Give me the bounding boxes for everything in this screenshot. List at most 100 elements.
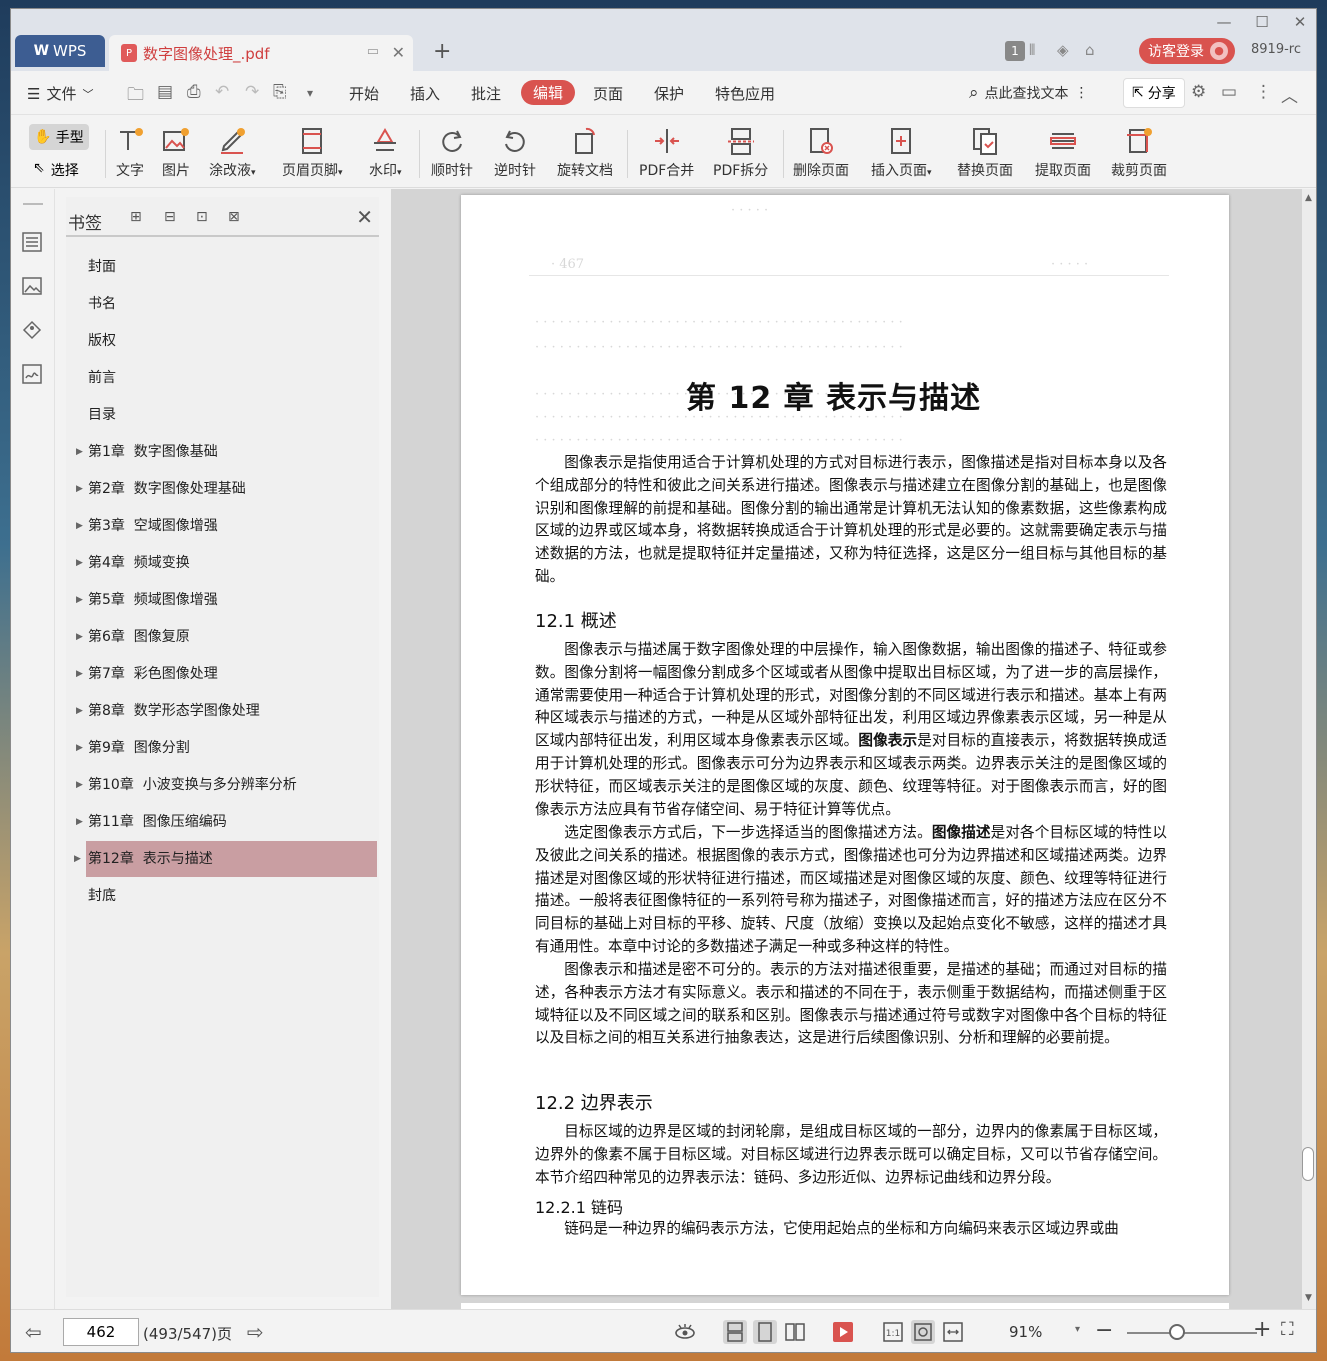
- fullscreen-icon[interactable]: ⛶: [1281, 1319, 1294, 1340]
- bookmark-item[interactable]: ▶ 第5章 频域图像增强: [76, 582, 378, 618]
- scroll-up-icon[interactable]: ▲: [1305, 193, 1312, 203]
- delete-page-button[interactable]: 删除页面: [793, 126, 849, 180]
- expand-arrow-icon[interactable]: ▶: [76, 730, 83, 766]
- tab-insert[interactable]: 插入: [410, 83, 440, 104]
- bookmark-item[interactable]: ▶ 第11章 图像压缩编码: [76, 804, 378, 840]
- watermark-button[interactable]: 水印▾: [369, 126, 402, 180]
- expand-arrow-icon[interactable]: ▶: [76, 804, 83, 840]
- bookmark-item[interactable]: ▶ 第10章 小波变换与多分辨率分析: [76, 767, 378, 803]
- search-input[interactable]: ⌕ 点此查找文本 ⋮: [969, 83, 1089, 103]
- collapse-ribbon-icon[interactable]: ︿: [1281, 82, 1298, 107]
- bookmark-item[interactable]: ▶ 第9章 图像分割: [76, 730, 378, 766]
- continuous-view-icon[interactable]: [723, 1320, 747, 1344]
- bookmark-flag-icon[interactable]: ⊠: [228, 209, 246, 227]
- minimize-icon[interactable]: —: [1209, 13, 1239, 31]
- fit-width-icon[interactable]: [941, 1320, 965, 1344]
- share-button[interactable]: ⇱ 分享: [1123, 78, 1185, 108]
- tab-edit[interactable]: 编辑: [521, 80, 576, 105]
- extract-page-button[interactable]: 提取页面: [1035, 126, 1091, 180]
- more-vertical-icon[interactable]: ⋮: [1075, 85, 1089, 101]
- close-tab-icon[interactable]: ✕: [392, 43, 405, 62]
- rotate-clockwise-button[interactable]: 顺时针: [431, 126, 473, 180]
- redo-icon[interactable]: ↷: [245, 82, 259, 102]
- new-tab-icon[interactable]: +: [433, 39, 451, 64]
- bookmark-item[interactable]: ▶ 第2章 数字图像处理基础: [76, 471, 378, 507]
- next-page-icon[interactable]: ⇨: [247, 1320, 264, 1344]
- zoom-dropdown-icon[interactable]: ▾: [1075, 1324, 1080, 1335]
- bookmark-item[interactable]: 版权: [88, 323, 378, 359]
- zoom-slider[interactable]: [1127, 1332, 1257, 1334]
- close-panel-icon[interactable]: ✕: [356, 205, 373, 229]
- two-page-icon[interactable]: [783, 1320, 807, 1344]
- expand-arrow-icon[interactable]: ▶: [74, 841, 81, 877]
- replace-page-button[interactable]: 替换页面: [957, 126, 1013, 180]
- expand-arrow-icon[interactable]: ▶: [76, 545, 83, 581]
- crop-page-button[interactable]: 裁剪页面: [1111, 126, 1167, 180]
- zoom-level[interactable]: 91%: [1009, 1323, 1042, 1341]
- zoom-slider-handle[interactable]: [1169, 1324, 1185, 1340]
- fit-page-icon[interactable]: [911, 1320, 935, 1344]
- document-viewer[interactable]: · · · · · · 467 · · · · · · · · · · · · …: [391, 189, 1316, 1313]
- zoom-in-icon[interactable]: +: [1253, 1317, 1271, 1342]
- whiteout-tool-button[interactable]: 涂改液▾: [209, 126, 256, 180]
- settings-gear-icon[interactable]: ⚙: [1191, 82, 1206, 102]
- expand-arrow-icon[interactable]: ▶: [76, 693, 83, 729]
- add-bookmark-icon[interactable]: ⊞: [130, 209, 148, 227]
- hand-tool-button[interactable]: ✋ 手型: [29, 124, 89, 150]
- rotate-counterclockwise-button[interactable]: 逆时针: [494, 126, 536, 180]
- expand-arrow-icon[interactable]: ▶: [76, 508, 83, 544]
- tab-page[interactable]: 页面: [593, 83, 623, 104]
- bookmark-item[interactable]: 书名: [88, 286, 378, 322]
- tab-wps-home[interactable]: W WPS: [15, 35, 105, 67]
- rotate-document-button[interactable]: 旋转文档: [557, 126, 613, 180]
- zoom-out-icon[interactable]: −: [1095, 1318, 1113, 1343]
- bookmark-item[interactable]: ▶ 第3章 空域图像增强: [76, 508, 378, 544]
- tab-special[interactable]: 特色应用: [715, 83, 775, 104]
- insert-page-button[interactable]: 插入页面▾: [871, 126, 932, 180]
- text-tool-button[interactable]: 文字: [115, 126, 145, 180]
- close-window-icon[interactable]: ✕: [1285, 13, 1315, 31]
- page-number-input[interactable]: 462: [63, 1318, 139, 1346]
- scroll-down-icon[interactable]: ▼: [1305, 1293, 1312, 1303]
- bookmark-item[interactable]: 目录: [88, 397, 378, 433]
- pdf-merge-button[interactable]: PDF合并: [639, 126, 694, 180]
- bookmark-item[interactable]: ▶ 第8章 数学形态学图像处理: [76, 693, 378, 729]
- bookmark-item[interactable]: ▶ 第4章 频域变换: [76, 545, 378, 581]
- expand-arrow-icon[interactable]: ▶: [76, 471, 83, 507]
- layout-icon[interactable]: ⫴: [1029, 41, 1035, 59]
- expand-arrow-icon[interactable]: ▶: [76, 767, 83, 803]
- tab-comment[interactable]: 批注: [471, 83, 501, 104]
- pdf-split-button[interactable]: PDF拆分: [713, 126, 768, 180]
- select-tool-button[interactable]: ⇖ 选择: [33, 160, 79, 180]
- image-tool-button[interactable]: 图片: [161, 126, 191, 180]
- undo-icon[interactable]: ↶: [215, 82, 229, 102]
- eye-protection-icon[interactable]: [673, 1320, 697, 1344]
- header-footer-button[interactable]: 页眉页脚▾: [282, 126, 343, 180]
- maximize-icon[interactable]: ☐: [1247, 13, 1277, 31]
- print-icon[interactable]: ⎙: [187, 82, 201, 102]
- previous-page-icon[interactable]: ⇦: [25, 1320, 42, 1344]
- window-count-badge[interactable]: 1: [1005, 41, 1025, 61]
- bookmark-item[interactable]: 封底: [88, 878, 378, 914]
- window-mode-icon[interactable]: ▭: [367, 44, 379, 59]
- export-icon[interactable]: ⎘: [273, 82, 287, 102]
- bookmark-item[interactable]: 封面: [88, 249, 378, 285]
- shirt-icon[interactable]: ⌂: [1085, 41, 1095, 59]
- insert-bookmark-icon[interactable]: ⊡: [196, 209, 214, 227]
- thumbnail-image-icon[interactable]: [21, 275, 43, 297]
- more-options-icon[interactable]: ⋮: [1255, 82, 1272, 102]
- expand-arrow-icon[interactable]: ▶: [76, 582, 83, 618]
- vertical-scrollbar[interactable]: ▲ ▼: [1302, 189, 1316, 1309]
- skin-icon[interactable]: ◈: [1057, 41, 1069, 59]
- more-dropdown-icon[interactable]: ▾: [307, 86, 313, 100]
- file-menu[interactable]: ☰ 文件 ﹀: [27, 83, 93, 104]
- open-folder-icon[interactable]: 🗀: [127, 82, 144, 111]
- single-page-icon[interactable]: [753, 1320, 777, 1344]
- visitor-login-button[interactable]: 访客登录 ●: [1139, 38, 1235, 64]
- bookmark-item[interactable]: ▶ 第7章 彩色图像处理: [76, 656, 378, 692]
- outline-list-icon[interactable]: [21, 231, 43, 253]
- actual-size-icon[interactable]: 1:1: [881, 1320, 905, 1344]
- expand-arrow-icon[interactable]: ▶: [76, 619, 83, 655]
- save-icon[interactable]: ▤: [157, 82, 173, 102]
- play-slideshow-icon[interactable]: [831, 1320, 855, 1344]
